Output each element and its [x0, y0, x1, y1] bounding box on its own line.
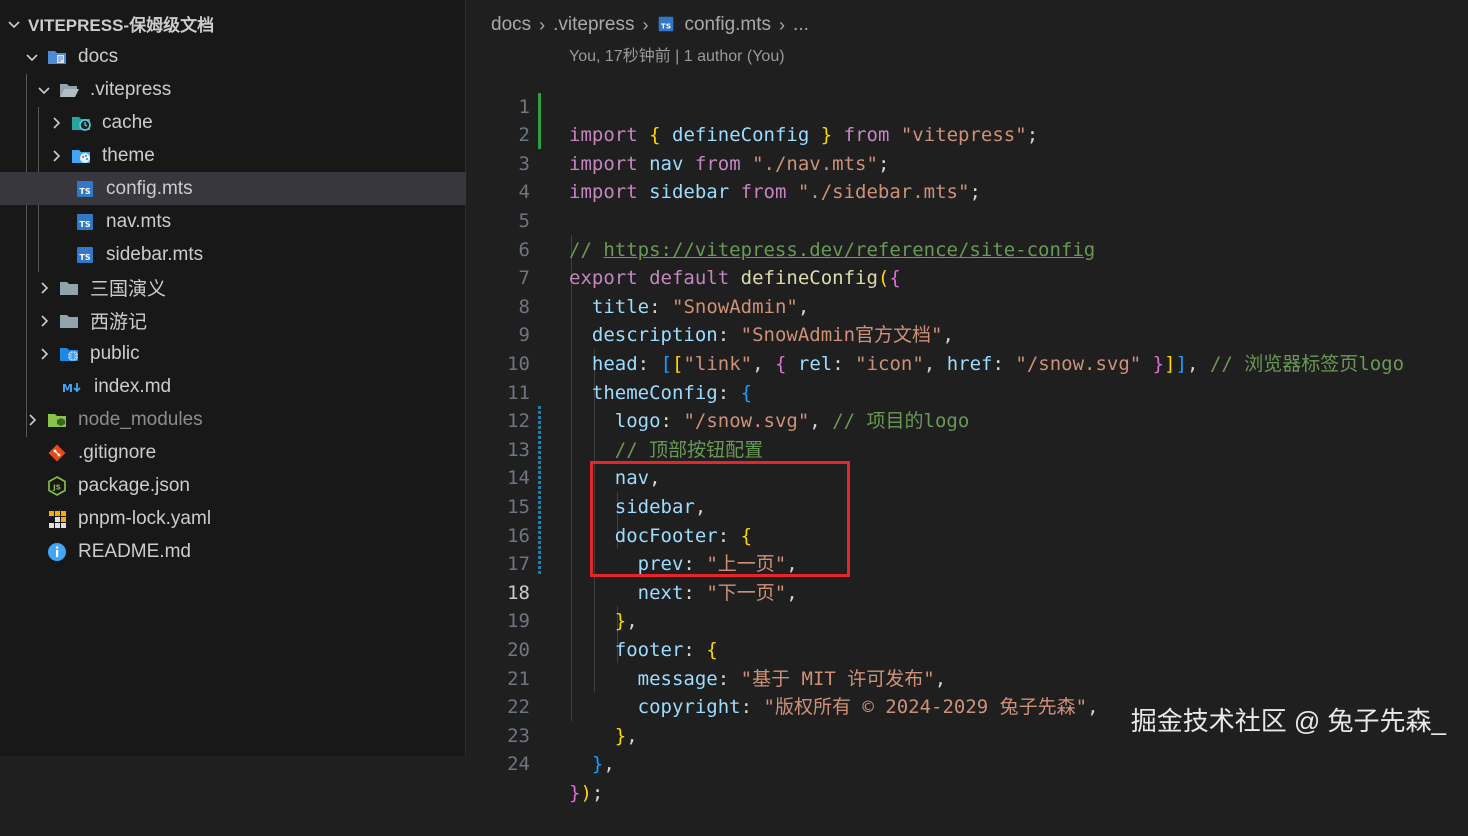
- watermark: 掘金技术社区 @ 兔子先森_: [1130, 706, 1446, 736]
- chevron-down-icon: [22, 47, 42, 67]
- breadcrumb-item[interactable]: config.mts: [684, 14, 771, 36]
- tree-item-label: public: [90, 342, 140, 364]
- tree-item-label: .gitignore: [78, 441, 157, 463]
- markdown-file-icon: M: [62, 376, 84, 398]
- tree-item-label: node_modules: [78, 408, 203, 430]
- svg-text:JS: JS: [52, 483, 61, 491]
- highlight-annotation-box: [590, 461, 850, 577]
- svg-text:TS: TS: [79, 187, 90, 196]
- code-line: 5 // https://vitepress.dev/reference/sit…: [467, 178, 1468, 261]
- tree-item-theme[interactable]: theme: [0, 139, 466, 172]
- svg-text:TS: TS: [79, 220, 90, 229]
- tree-item-config-mts[interactable]: TS config.mts: [0, 172, 466, 205]
- tree-item-node-modules[interactable]: node_modules: [0, 403, 466, 436]
- tree-item-label: package.json: [78, 474, 190, 496]
- chevron-right-icon: [34, 344, 54, 364]
- code-line: 13 nav,: [467, 407, 1468, 490]
- breadcrumb-item[interactable]: .vitepress: [553, 14, 634, 36]
- code-line: 10 themeConfig: {: [467, 321, 1468, 404]
- tree-item-gitignore[interactable]: .gitignore: [0, 436, 466, 469]
- folder-icon: [58, 277, 80, 299]
- tree-item-label: .vitepress: [90, 78, 172, 100]
- code-line: 11 logo: "/snow.svg", // 项目的logo: [467, 350, 1468, 433]
- line-number: 24: [507, 753, 530, 776]
- chevron-right-icon: [46, 146, 66, 166]
- code-line: 7 title: "SnowAdmin",: [467, 236, 1468, 318]
- code-line: 4: [467, 150, 1468, 203]
- chevron-right-icon: ›: [539, 14, 546, 35]
- folder-node-icon: [46, 409, 68, 431]
- explorer-root-label: VITEPRESS-保姆级文档: [28, 16, 215, 35]
- folder-icon: [58, 310, 80, 332]
- tree-item-label: index.md: [94, 375, 172, 397]
- tree-item-label: nav.mts: [106, 210, 172, 232]
- chevron-down-icon: [34, 80, 54, 100]
- code-line: 1 import { defineConfig } from "vitepres…: [467, 64, 1468, 147]
- tree-item-label: config.mts: [106, 177, 193, 199]
- tree-item-readme[interactable]: README.md: [0, 535, 466, 568]
- breadcrumb-item[interactable]: docs: [491, 14, 531, 36]
- code-line: 20 message: "基于 MIT 许可发布",: [467, 607, 1468, 690]
- chevron-down-icon: [4, 14, 24, 34]
- code-line: 8 description: "SnowAdmin官方文档",: [467, 264, 1468, 347]
- typescript-file-icon: TS: [74, 178, 96, 200]
- folder-docs-icon: [46, 46, 68, 68]
- tree-item-nav-mts[interactable]: TS nav.mts: [0, 205, 466, 238]
- tree-item-label: theme: [102, 144, 155, 166]
- tree-item-label: docs: [78, 45, 119, 67]
- tree-item-label: sidebar.mts: [106, 243, 204, 265]
- git-blame-codelens[interactable]: You, 17秒钟前 | 1 author (You): [569, 42, 785, 66]
- code-line: 3 import sidebar from "./sidebar.mts";: [467, 121, 1468, 204]
- folder-public-icon: [58, 343, 80, 365]
- folder-open-icon: [58, 79, 80, 101]
- tree-item-public[interactable]: public: [0, 337, 466, 370]
- info-icon: [46, 541, 68, 563]
- tree-item-label: README.md: [78, 540, 191, 562]
- tree-item-xiyou[interactable]: 西游记: [0, 304, 466, 337]
- tree-item-label: pnpm-lock.yaml: [78, 507, 212, 529]
- chevron-right-icon: [34, 311, 54, 331]
- code-text: },: [591, 753, 615, 776]
- typescript-file-icon: TS: [74, 211, 96, 233]
- chevron-right-icon: [34, 278, 54, 298]
- typescript-file-icon: TS: [656, 14, 676, 37]
- git-icon: [46, 442, 68, 464]
- code-line: 21 copyright: "版权所有 © 2024-2029 兔子先森",: [467, 636, 1468, 719]
- breadcrumb: docs › .vitepress › TS config.mts › ...: [491, 12, 809, 38]
- chevron-right-icon: ›: [642, 14, 649, 35]
- chevron-right-icon: [46, 113, 66, 133]
- typescript-file-icon: TS: [74, 244, 96, 266]
- tree-item-label: 三国演义: [90, 279, 167, 300]
- pnpm-icon: [46, 508, 68, 530]
- tree-item-sanguo[interactable]: 三国演义: [0, 271, 466, 304]
- tree-item-index-md[interactable]: M index.md: [0, 370, 466, 403]
- svg-text:TS: TS: [661, 21, 671, 30]
- tree-item-vitepress[interactable]: .vitepress: [0, 73, 466, 106]
- code-line: 2 import nav from "./nav.mts";: [467, 93, 1468, 175]
- tree-item-pnpm-lock[interactable]: pnpm-lock.yaml: [0, 502, 466, 535]
- svg-text:M: M: [62, 382, 73, 395]
- tree-item-cache[interactable]: cache: [0, 106, 466, 139]
- code-line: 6 export default defineConfig({: [467, 207, 1468, 290]
- code-line: 22 },: [467, 665, 1468, 747]
- folder-theme-icon: [70, 145, 92, 167]
- chevron-right-icon: ›: [779, 14, 786, 35]
- code-text: });: [569, 781, 604, 804]
- tree-item-sidebar-mts[interactable]: TS sidebar.mts: [0, 238, 466, 271]
- tree-item-label: 西游记: [90, 312, 148, 333]
- code-line: 9 head: [["link", { rel: "icon", href: "…: [467, 293, 1468, 375]
- svg-text:TS: TS: [79, 253, 90, 262]
- code-line: 12 // 顶部按钮配置: [467, 379, 1468, 461]
- chevron-right-icon: [22, 410, 42, 430]
- explorer-panel: VITEPRESS-保姆级文档 docs .vitepress cache th…: [0, 0, 466, 756]
- code-editor[interactable]: docs › .vitepress › TS config.mts › ... …: [467, 0, 1468, 804]
- tree-item-docs[interactable]: docs: [0, 40, 466, 73]
- tree-item-package-json[interactable]: JS package.json: [0, 469, 466, 502]
- nodejs-icon: JS: [46, 475, 68, 497]
- breadcrumb-item[interactable]: ...: [793, 14, 809, 36]
- code-line: 19 footer: {: [467, 579, 1468, 661]
- folder-cache-icon: [70, 112, 92, 134]
- tree-item-label: cache: [102, 111, 153, 133]
- explorer-root-folder[interactable]: VITEPRESS-保姆级文档: [0, 7, 466, 40]
